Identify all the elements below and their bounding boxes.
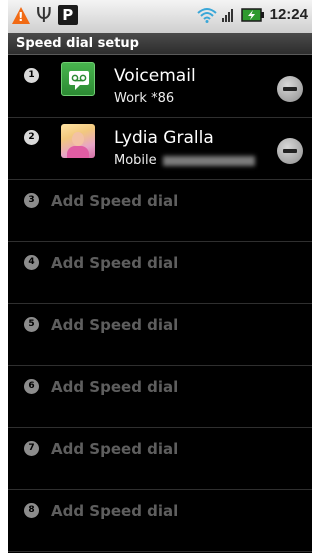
- speed-dial-list: 1 Voicemail Work *86 2 Lydia Gralla Mobi…: [8, 56, 312, 552]
- phone-number: *86: [151, 91, 175, 106]
- add-speed-dial-label: Add Speed dial: [51, 254, 179, 272]
- contact-name: Voicemail: [114, 66, 196, 86]
- speed-dial-number-badge: 7: [24, 441, 39, 456]
- system-icons: 12:24: [196, 6, 308, 23]
- add-speed-dial-label: Add Speed dial: [51, 440, 179, 458]
- speed-dial-entry[interactable]: 2 Lydia Gralla Mobile: [8, 118, 312, 180]
- warning-icon: !: [12, 6, 30, 24]
- signal-icon: [221, 8, 236, 22]
- battery-charging-icon: [240, 7, 265, 23]
- contact-number-line: Work *86: [114, 91, 174, 106]
- add-speed-dial-row[interactable]: 6 Add Speed dial: [8, 366, 312, 428]
- add-speed-dial-row[interactable]: 8 Add Speed dial: [8, 490, 312, 552]
- add-speed-dial-row[interactable]: 5 Add Speed dial: [8, 304, 312, 366]
- voicemail-icon: [61, 62, 95, 96]
- p-notification-icon: P: [57, 5, 78, 25]
- remove-button[interactable]: [277, 138, 303, 164]
- remove-button[interactable]: [277, 76, 303, 102]
- contact-number-line: Mobile: [114, 153, 255, 168]
- speed-dial-number-badge: 6: [24, 379, 39, 394]
- speed-dial-entry[interactable]: 1 Voicemail Work *86: [8, 56, 312, 118]
- speed-dial-number-badge: 4: [24, 255, 39, 270]
- add-speed-dial-label: Add Speed dial: [51, 378, 179, 396]
- contact-photo: [61, 124, 95, 158]
- wifi-icon: [196, 7, 217, 23]
- add-speed-dial-label: Add Speed dial: [51, 502, 179, 520]
- add-speed-dial-row[interactable]: 3 Add Speed dial: [8, 180, 312, 242]
- status-bar: ! Ψ P 12:24: [8, 0, 312, 33]
- speed-dial-number-badge: 1: [24, 68, 39, 83]
- speed-dial-number-badge: 3: [24, 193, 39, 208]
- add-speed-dial-label: Add Speed dial: [51, 192, 179, 210]
- notification-icons: ! Ψ P: [12, 5, 78, 25]
- contact-name: Lydia Gralla: [114, 128, 214, 148]
- status-clock: 12:24: [269, 6, 308, 23]
- usb-icon: Ψ: [36, 3, 52, 27]
- title-bar: Speed dial setup: [8, 33, 312, 55]
- speed-dial-number-badge: 2: [24, 130, 39, 145]
- phone-type: Work: [114, 91, 147, 106]
- phone-type: Mobile: [114, 153, 157, 168]
- add-speed-dial-row[interactable]: 7 Add Speed dial: [8, 428, 312, 490]
- screen: ! Ψ P 12:24 Speed dial setup 1 Voicemail…: [8, 0, 312, 553]
- add-speed-dial-label: Add Speed dial: [51, 316, 179, 334]
- speed-dial-number-badge: 8: [24, 503, 39, 518]
- speed-dial-number-badge: 5: [24, 317, 39, 332]
- page-title: Speed dial setup: [16, 36, 139, 51]
- add-speed-dial-row[interactable]: 4 Add Speed dial: [8, 242, 312, 304]
- phone-number-redacted: [162, 155, 255, 166]
